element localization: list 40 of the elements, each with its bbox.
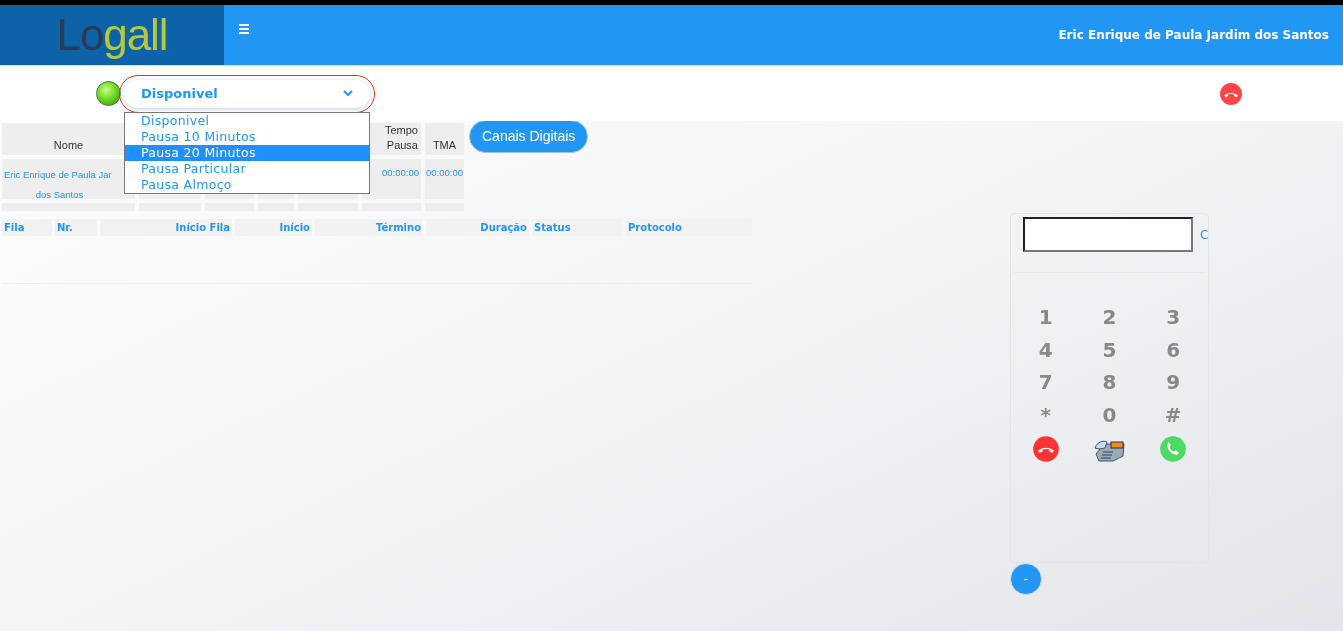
logo: Logall (56, 13, 168, 57)
column-header: Início (235, 219, 312, 236)
dial-key[interactable]: 3 (1163, 301, 1184, 334)
status-option[interactable]: Pausa Particular (125, 160, 369, 177)
dial-key[interactable]: 2 (1099, 301, 1120, 334)
dial-key[interactable]: 6 (1163, 333, 1184, 366)
dial-key[interactable]: 5 (1099, 333, 1120, 366)
agent-name: dos Santos (34, 188, 85, 202)
pause-time: 00:00:00 (382, 167, 419, 178)
dial-key[interactable]: 8 (1099, 366, 1120, 399)
user-name: Eric Enrique de Paula Jardim dos Santos (1058, 27, 1329, 44)
column-header: Início Fila (100, 219, 232, 236)
status-option[interactable]: Pausa 20 Minutos (125, 144, 369, 161)
dial-key[interactable]: # (1161, 398, 1185, 431)
average-handle-time: 00:00:00 (426, 167, 463, 178)
clear-button[interactable]: C (1200, 225, 1209, 244)
column-header: Status (532, 219, 623, 236)
dial-key[interactable]: 9 (1163, 366, 1184, 399)
column-header: Protocolo (626, 219, 752, 236)
menu-icon[interactable] (239, 24, 249, 34)
dial-key[interactable]: 7 (1035, 366, 1056, 399)
column-header: Término (315, 219, 423, 236)
hangup-icon[interactable] (1219, 81, 1243, 106)
column-header: Duração (426, 219, 529, 236)
number-input-field[interactable] (1023, 217, 1193, 252)
column-header: TMA (425, 123, 464, 155)
minimize-button[interactable]: - (1010, 563, 1042, 595)
status-option[interactable]: Pausa Almoço (125, 176, 369, 193)
status-led-icon (96, 81, 121, 106)
dial-key[interactable]: * (1037, 398, 1055, 431)
chevron-down-icon (343, 90, 353, 97)
dial-key[interactable]: 0 (1099, 398, 1120, 431)
column-header: Fila (2, 219, 52, 236)
agent-name: Eric Enrique de Paula Jar (4, 168, 113, 182)
call-button-icon[interactable] (1159, 435, 1188, 463)
dial-key[interactable]: 4 (1035, 333, 1056, 366)
hangup-button-icon[interactable] (1031, 435, 1060, 463)
digital-channels-button[interactable]: Canais Digitais (469, 120, 589, 153)
dial-key[interactable]: 1 (1035, 301, 1056, 334)
column-header: Nr. (55, 219, 97, 236)
